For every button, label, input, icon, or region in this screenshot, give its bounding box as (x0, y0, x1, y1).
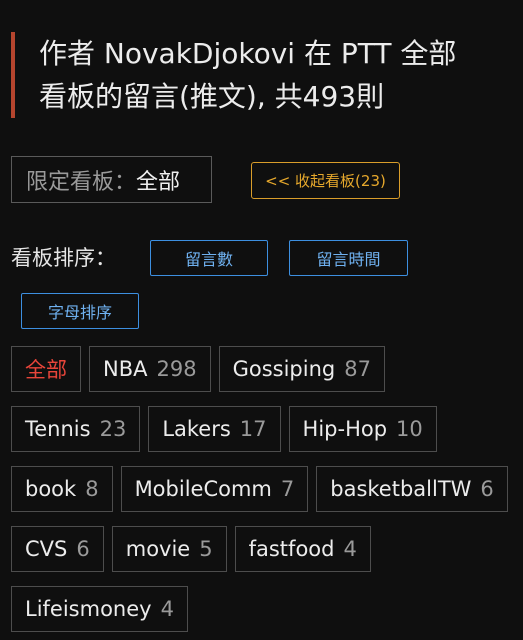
board-tag-cvs[interactable]: CVS 6 (11, 526, 104, 572)
board-tag-count: 4 (160, 597, 174, 621)
board-tag-count: 4 (343, 537, 357, 561)
board-tag-name: fastfood (248, 537, 335, 561)
board-filter-label: 限定看板： (26, 169, 137, 195)
collapse-boards-button[interactable]: << 收起看板(23) (251, 162, 400, 199)
board-tag-name: Lifeismoney (25, 597, 152, 621)
sort-label: 看板排序： (11, 246, 116, 270)
sort-by-comment-time-button[interactable]: 留言時間 (289, 240, 408, 276)
board-filter: 限定看板： 全部 (11, 156, 212, 203)
board-tag-list: 全部 NBA 298 Gossiping 87 Tennis 23 Lakers… (11, 346, 521, 632)
board-tag-count: 7 (280, 477, 295, 501)
board-tag-count: 6 (480, 477, 494, 501)
board-tag-fastfood[interactable]: fastfood 4 (234, 526, 371, 572)
board-tag-name: MobileComm (134, 477, 272, 501)
board-tag-count: 10 (396, 417, 423, 441)
board-tag-book[interactable]: book 8 (11, 466, 113, 512)
board-tag-gossiping[interactable]: Gossiping 87 (218, 346, 385, 392)
board-tag-tennis[interactable]: Tennis 23 (11, 406, 141, 452)
page-header: 作者 NovakDjokovi 在 PTT 全部 看板的留言(推文), 共493… (11, 32, 511, 118)
board-tag-lakers[interactable]: Lakers 17 (148, 406, 281, 452)
board-tag-mobilecomm[interactable]: MobileComm 7 (120, 466, 309, 512)
board-tag-hip-hop[interactable]: Hip-Hop 10 (288, 406, 437, 452)
board-tag-name: Tennis (25, 417, 91, 441)
board-tag-all[interactable]: 全部 (11, 346, 81, 392)
page-title-line-2: 看板的留言(推文), 共493則 (39, 80, 385, 113)
board-tag-movie[interactable]: movie 5 (111, 526, 227, 572)
board-tag-basketballtw[interactable]: basketballTW 6 (316, 466, 508, 512)
board-tag-name: movie (125, 537, 191, 561)
board-tag-nba[interactable]: NBA 298 (89, 346, 211, 392)
board-filter-value: 全部 (136, 169, 181, 195)
board-tag-count: 8 (85, 477, 99, 501)
board-tag-count: 6 (76, 537, 90, 561)
board-tag-name: book (25, 477, 77, 501)
board-tag-count: 87 (344, 357, 371, 381)
board-tag-name: Lakers (162, 417, 231, 441)
board-tag-count: 23 (99, 417, 127, 441)
board-tag-name: 全部 (25, 358, 67, 382)
page-title-line-1: 作者 NovakDjokovi 在 PTT 全部 (39, 37, 457, 70)
board-tag-count: 5 (199, 537, 213, 561)
board-tag-lifeismoney[interactable]: Lifeismoney 4 (11, 586, 188, 632)
sort-by-comment-count-button[interactable]: 留言數 (150, 240, 268, 276)
board-tag-name: Hip-Hop (302, 417, 388, 441)
board-tag-name: Gossiping (232, 357, 336, 381)
board-tag-count: 17 (239, 417, 267, 441)
board-tag-count: 298 (156, 357, 197, 381)
sort-alphabetical-button[interactable]: 字母排序 (21, 293, 139, 329)
board-tag-name: basketballTW (330, 477, 472, 501)
board-tag-name: CVS (25, 537, 68, 561)
board-tag-name: NBA (103, 357, 148, 381)
